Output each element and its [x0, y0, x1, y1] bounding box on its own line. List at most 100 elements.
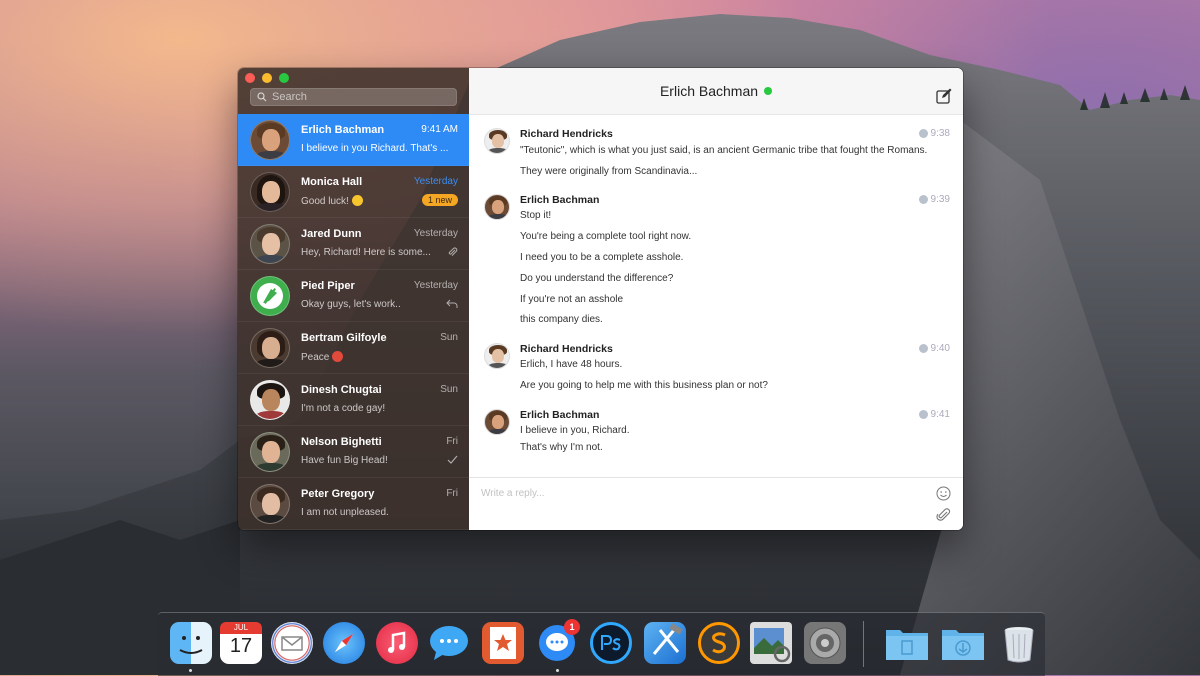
- running-indicator: [189, 669, 192, 672]
- conversation-name: Monica Hall: [301, 176, 363, 188]
- avatar: [250, 380, 290, 420]
- avatar: [250, 224, 290, 264]
- calendar-icon[interactable]: JUL 17: [220, 622, 262, 664]
- conversation-item[interactable]: Pied Piper Yesterday Okay guys, let's wo…: [238, 270, 469, 322]
- message-sender: Richard Hendricks: [520, 128, 613, 140]
- message-sender: Erlich Bachman: [520, 194, 600, 206]
- avatar: [250, 120, 290, 160]
- preview-icon[interactable]: [750, 622, 792, 664]
- paperclip-icon: [447, 247, 458, 261]
- conversation-time: Yesterday: [413, 176, 458, 187]
- conversation-name: Nelson Bighetti: [301, 436, 382, 448]
- conversation-time: Fri: [446, 488, 458, 499]
- conversation-name: Bertram Gilfoyle: [301, 332, 387, 344]
- message-text: If you're not an asshole: [520, 294, 624, 305]
- conversation-item[interactable]: Nelson Bighetti Fri Have fun Big Head!: [238, 426, 469, 478]
- new-message-badge: 1 new: [421, 194, 458, 206]
- online-status-indicator: [764, 87, 773, 95]
- avatar: [484, 128, 510, 154]
- message-text: They were originally from Scandinavia...: [520, 166, 698, 177]
- dock-separator: [863, 621, 864, 667]
- conversation-item[interactable]: Peter Gregory Fri I am not unpleased.: [238, 478, 469, 530]
- message-text: I need you to be a complete asshole.: [520, 252, 684, 263]
- xcode-icon[interactable]: [644, 622, 686, 664]
- message-text: Erlich, I have 48 hours.: [520, 359, 623, 370]
- conversation-time: Fri: [446, 436, 458, 447]
- conversation-item[interactable]: Monica Hall Yesterday Good luck! 1 new: [238, 166, 469, 218]
- safari-icon[interactable]: [323, 622, 365, 664]
- conversation-item[interactable]: Jared Dunn Yesterday Hey, Richard! Here …: [238, 218, 469, 270]
- message-text: Stop it!: [520, 210, 552, 221]
- messenger-window: Search Erlich Bachman 9:41 AM I believe …: [238, 68, 963, 530]
- sublime-icon[interactable]: [698, 622, 740, 664]
- conversation-list: Erlich Bachman 9:41 AM I believe in you …: [238, 114, 469, 530]
- notification-badge: 1: [564, 619, 580, 635]
- close-button[interactable]: [245, 73, 255, 83]
- message-text: Do you understand the difference?: [520, 273, 674, 284]
- conversation-name: Pied Piper: [301, 280, 355, 292]
- message-text: That's why I'm not.: [520, 442, 603, 453]
- calendar-day: 17: [229, 635, 253, 657]
- message-text: I believe in you, Richard.: [520, 425, 630, 436]
- conversation-preview: I believe in you Richard. That's ...: [301, 143, 449, 154]
- message-text: this company dies.: [520, 314, 603, 325]
- message-sender: Erlich Bachman: [520, 409, 600, 421]
- message-time: 9:41: [918, 409, 950, 420]
- conversation-time: Sun: [440, 384, 458, 395]
- conversation-item[interactable]: Erlich Bachman 9:41 AM I believe in you …: [238, 114, 469, 166]
- message-time: 9:38: [918, 128, 950, 139]
- running-indicator: [556, 669, 559, 672]
- documents-folder-icon[interactable]: [884, 622, 928, 664]
- conversation-item[interactable]: Bertram Gilfoyle Sun Peace: [238, 322, 469, 374]
- reply-input[interactable]: Write a reply...: [481, 488, 545, 499]
- conversation-name: Erlich Bachman: [301, 124, 385, 136]
- facebook-icon: [918, 129, 928, 138]
- music-icon[interactable]: [376, 622, 418, 664]
- conversation-preview: Have fun Big Head!: [301, 455, 388, 466]
- conversation-time: Sun: [440, 332, 458, 343]
- conversation-preview: Peace: [301, 351, 344, 363]
- photoshop-icon[interactable]: [590, 622, 632, 664]
- devil-emoji-icon: [332, 351, 344, 362]
- minimize-button[interactable]: [262, 73, 272, 83]
- conversation-name: Jared Dunn: [301, 228, 362, 240]
- avatar: [484, 409, 510, 435]
- conversation-preview: Good luck!: [301, 195, 363, 207]
- attachment-icon[interactable]: [936, 508, 951, 528]
- message-text: You're being a complete tool right now.: [520, 231, 692, 242]
- search-input[interactable]: Search: [250, 88, 457, 106]
- conversation-preview: Hey, Richard! Here is some...: [301, 247, 431, 258]
- downloads-folder-icon[interactable]: [940, 622, 984, 664]
- message-text: Are you going to help me with this busin…: [520, 380, 768, 391]
- system-preferences-icon[interactable]: [804, 622, 846, 664]
- emoji-picker-icon[interactable]: [936, 486, 951, 506]
- avatar: [484, 343, 510, 369]
- mail-icon[interactable]: [271, 622, 313, 664]
- smile-emoji-icon: [351, 195, 363, 206]
- conversation-preview: I am not unpleased.: [301, 507, 389, 518]
- messages-icon[interactable]: [428, 622, 470, 664]
- zoom-button[interactable]: [279, 73, 289, 83]
- wunderlist-icon[interactable]: [482, 622, 524, 664]
- checkmark-icon: [447, 455, 458, 467]
- chat-panel: Erlich Bachman Richard Hendricks 9:38 "T…: [469, 68, 963, 530]
- compose-icon[interactable]: [936, 88, 952, 109]
- conversation-preview: I'm not a code gay!: [301, 403, 386, 414]
- conversation-time: Yesterday: [413, 228, 458, 239]
- trash-icon[interactable]: [998, 622, 1040, 664]
- calendar-month: JUL: [220, 622, 262, 634]
- finder-icon[interactable]: [170, 622, 212, 664]
- avatar: [250, 328, 290, 368]
- reply-bar: Write a reply...: [469, 477, 963, 530]
- message-time: 9:40: [918, 343, 950, 354]
- avatar: [250, 484, 290, 524]
- avatar: [484, 194, 510, 220]
- avatar: [250, 432, 290, 472]
- avatar: [250, 276, 290, 316]
- message-time: 9:39: [918, 194, 950, 205]
- window-controls: [245, 73, 289, 83]
- conversation-sidebar: Search Erlich Bachman 9:41 AM I believe …: [238, 68, 469, 530]
- conversation-item[interactable]: Dinesh Chugtai Sun I'm not a code gay!: [238, 374, 469, 426]
- chat-header: Erlich Bachman: [469, 68, 963, 115]
- dock: JUL 17 1: [158, 612, 1045, 676]
